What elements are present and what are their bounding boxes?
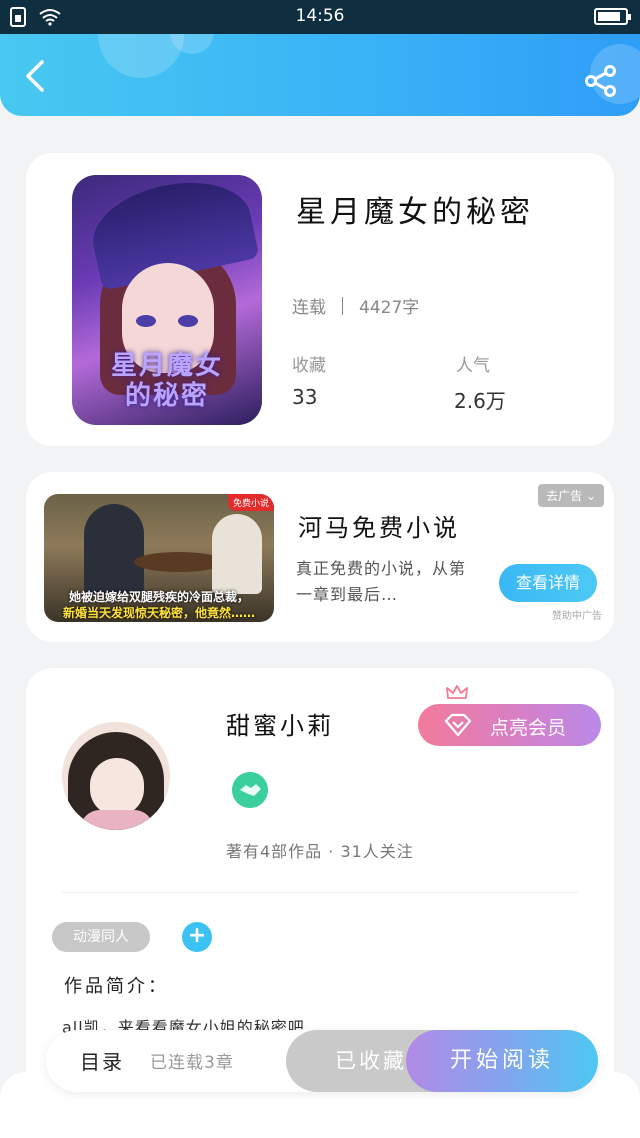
cover-title-line: 星月魔女 (110, 351, 223, 381)
popularity-label: 人气 (456, 356, 490, 376)
book-meta: 连载 4427字 (292, 293, 419, 318)
remove-ad-button[interactable]: 去广告 ⌄ (538, 484, 604, 507)
book-title: 星月魔女的秘密 (296, 195, 534, 230)
ad-image-caption: 她被迫嫁给双腿残疾的冷面总裁， (68, 590, 249, 604)
ad-source-label: 赞助中广告 (552, 611, 602, 622)
divider (62, 892, 578, 893)
ad-card[interactable]: 免费小说 她被迫嫁给双腿残疾的冷面总裁， 新婚当天发现惊天秘密，他竟然…… 河马… (26, 472, 614, 642)
handshake-badge-icon (232, 772, 268, 808)
chevron-down-icon: ⌄ (585, 489, 596, 503)
cover-title-line: 的秘密 (124, 381, 209, 411)
ad-image-figure (212, 514, 262, 594)
add-tag-button[interactable]: + (182, 922, 212, 952)
book-status: 连载 (292, 298, 326, 318)
meta-divider (342, 296, 343, 315)
cover-art-eye (178, 315, 198, 327)
avatar-art-face (90, 758, 144, 816)
bottom-action-bar: 目录 已连载3章 已收藏 开始阅读 (46, 1030, 598, 1092)
status-time: 14:56 (295, 6, 345, 26)
author-name: 甜蜜小莉 (226, 712, 334, 740)
ad-image-table (134, 552, 224, 572)
ad-title: 河马免费小说 (298, 514, 460, 542)
diamond-icon (444, 713, 472, 737)
status-bar: 14:56 (0, 0, 640, 34)
ad-details-button[interactable]: 查看详情 (499, 564, 597, 602)
crown-icon (446, 685, 468, 699)
back-icon[interactable] (18, 56, 54, 96)
book-word-count: 4427字 (359, 298, 420, 318)
chapters-count: 已连载3章 (150, 1053, 234, 1073)
cover-title-art: 星月魔女 的秘密 (72, 351, 262, 411)
book-info-card: 星月魔女 的秘密 星月魔女的秘密 连载 4427字 收藏 33 人气 2.6万 (26, 153, 614, 446)
ad-image-badge: 免费小说 (227, 494, 274, 511)
favorites-value: 33 (292, 385, 318, 409)
ad-image-figure (84, 504, 144, 594)
popularity-value: 2.6万 (454, 389, 506, 413)
tag-chip[interactable]: 动漫同人 (52, 922, 150, 952)
ad-description: 真正免费的小说，从第一章到最后… (296, 559, 467, 604)
avatar-art-dress (80, 810, 154, 830)
header (0, 34, 640, 116)
start-reading-button[interactable]: 开始阅读 (406, 1030, 598, 1092)
share-icon[interactable] (584, 64, 618, 98)
book-cover[interactable]: 星月魔女 的秘密 (72, 175, 262, 425)
favorites-label: 收藏 (292, 356, 326, 376)
remove-ad-label: 去广告 (546, 489, 583, 503)
vip-button[interactable]: 点亮会员 (418, 704, 601, 746)
author-stats: 著有4部作品 · 31人关注 (226, 842, 414, 861)
battery-icon (594, 8, 631, 25)
cover-art-eye (136, 315, 156, 327)
ad-image[interactable]: 免费小说 她被迫嫁给双腿残疾的冷面总裁， 新婚当天发现惊天秘密，他竟然…… (44, 494, 274, 622)
catalog-button[interactable]: 目录 (80, 1046, 124, 1075)
intro-label: 作品简介： (64, 976, 169, 997)
ad-image-caption: 新婚当天发现惊天秘密，他竟然…… (62, 606, 255, 620)
vip-button-label: 点亮会员 (490, 717, 567, 739)
author-avatar[interactable] (62, 722, 170, 830)
